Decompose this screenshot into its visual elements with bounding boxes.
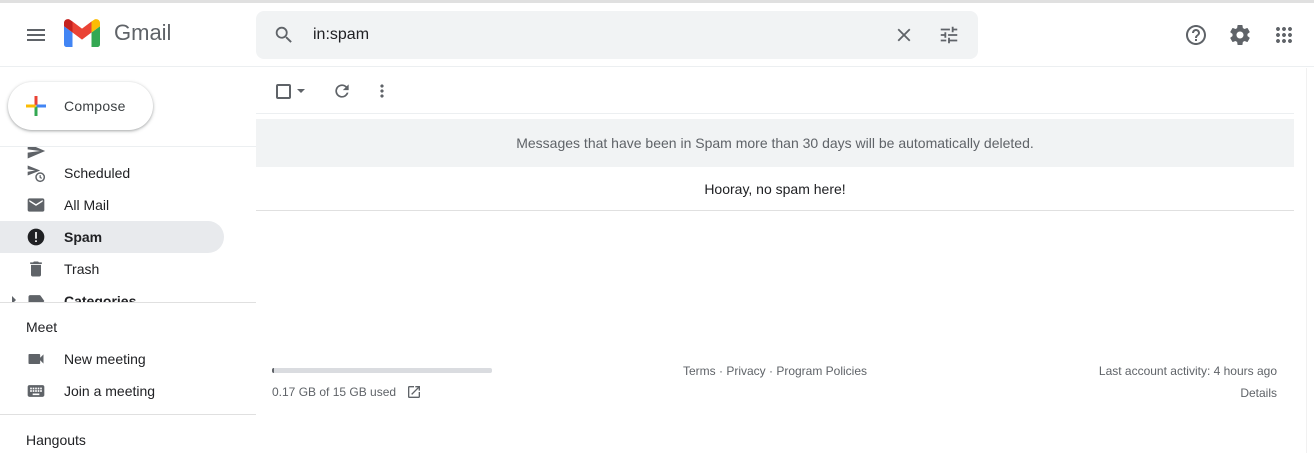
sidebar-item-label: Scheduled bbox=[64, 165, 131, 181]
help-button[interactable] bbox=[1176, 15, 1216, 55]
close-icon bbox=[897, 28, 911, 42]
new-meeting-item[interactable]: New meeting bbox=[0, 343, 256, 375]
menu-icon bbox=[27, 29, 45, 41]
last-activity-text: Last account activity: 4 hours ago bbox=[1098, 364, 1277, 378]
trash-icon bbox=[26, 259, 46, 279]
sidebar-nav: Scheduled All Mail Spam Trash Categories bbox=[0, 146, 256, 302]
sidebar-item-categories[interactable]: Categories bbox=[0, 285, 224, 302]
privacy-link[interactable]: Privacy bbox=[726, 364, 765, 378]
scheduled-icon bbox=[26, 163, 46, 183]
main-content: Messages that have been in Spam more tha… bbox=[256, 68, 1294, 453]
select-all-checkbox[interactable] bbox=[270, 75, 310, 107]
gmail-logo[interactable]: Gmail bbox=[64, 19, 171, 47]
sidebar-item-label: Categories bbox=[64, 293, 137, 302]
tune-icon bbox=[940, 26, 958, 44]
gmail-m-icon bbox=[64, 19, 100, 47]
refresh-icon bbox=[335, 84, 349, 98]
sidebar: Compose Scheduled All Mail Spam Trash Ca… bbox=[0, 68, 256, 453]
link-separator: · bbox=[715, 364, 727, 378]
settings-button[interactable] bbox=[1220, 15, 1260, 55]
hangouts-section: Hangouts bbox=[0, 414, 256, 453]
search-input[interactable]: in:spam bbox=[313, 26, 369, 44]
search-icon bbox=[275, 26, 292, 43]
label-icon bbox=[26, 291, 46, 302]
app-name: Gmail bbox=[114, 20, 172, 45]
scrollbar[interactable] bbox=[1306, 68, 1314, 453]
storage-bar[interactable] bbox=[272, 368, 492, 373]
compose-plus-icon bbox=[26, 96, 46, 116]
more-options-button[interactable] bbox=[366, 75, 398, 107]
sidebar-item-label: Trash bbox=[64, 261, 100, 277]
storage-usage-text: 0.17 GB of 15 GB used bbox=[272, 385, 397, 399]
join-meeting-item[interactable]: Join a meeting bbox=[0, 375, 256, 407]
all-mail-icon bbox=[26, 195, 46, 215]
compose-button[interactable]: Compose bbox=[8, 82, 153, 130]
sidebar-item-label: Spam bbox=[64, 229, 103, 245]
new-meeting-label: New meeting bbox=[64, 351, 146, 367]
keyboard-icon bbox=[26, 381, 46, 401]
spam-icon bbox=[26, 227, 46, 247]
storage-usage: 0.17 GB of 15 GB used bbox=[272, 384, 422, 400]
sidebar-item-trash[interactable]: Trash bbox=[0, 253, 224, 285]
gear-icon bbox=[1230, 24, 1250, 45]
spam-notice: Messages that have been in Spam more tha… bbox=[256, 119, 1294, 167]
terms-link[interactable]: Terms bbox=[683, 364, 716, 378]
refresh-button[interactable] bbox=[326, 75, 358, 107]
footer: 0.17 GB of 15 GB used Terms · Privacy · … bbox=[256, 358, 1294, 408]
search-bar[interactable]: in:spam bbox=[256, 11, 978, 59]
chevron-down-icon[interactable] bbox=[296, 89, 305, 93]
meet-section: Meet New meeting Join a meeting bbox=[0, 302, 256, 414]
sidebar-item-all-mail[interactable]: All Mail bbox=[0, 189, 224, 221]
apps-button[interactable] bbox=[1264, 15, 1304, 55]
meet-title: Meet bbox=[26, 319, 58, 335]
header: Gmail in:spam bbox=[0, 3, 1314, 67]
sidebar-item-label: All Mail bbox=[64, 197, 110, 213]
clear-search-button[interactable] bbox=[888, 19, 920, 51]
menu-button[interactable] bbox=[16, 15, 56, 55]
footer-links: Terms · Privacy · Program Policies bbox=[656, 364, 894, 378]
sidebar-item-spam[interactable]: Spam bbox=[0, 221, 224, 253]
program-policies-link[interactable]: Program Policies bbox=[776, 364, 867, 378]
hangouts-title: Hangouts bbox=[26, 432, 86, 448]
compose-label: Compose bbox=[64, 98, 126, 114]
help-icon bbox=[1186, 25, 1206, 45]
open-in-new-icon[interactable] bbox=[406, 384, 422, 400]
search-button[interactable] bbox=[268, 19, 300, 51]
video-camera-icon bbox=[26, 349, 46, 369]
sidebar-item-scheduled[interactable]: Scheduled bbox=[0, 157, 224, 189]
more-vert-icon bbox=[380, 84, 384, 98]
toolbar bbox=[256, 68, 1294, 114]
join-meeting-label: Join a meeting bbox=[64, 383, 156, 399]
link-separator: · bbox=[765, 364, 777, 378]
search-options-button[interactable] bbox=[933, 19, 965, 51]
checkbox-icon bbox=[275, 83, 291, 99]
account-activity: Last account activity: 4 hours ago Detai… bbox=[1099, 364, 1277, 400]
storage-bar-fill bbox=[272, 368, 275, 373]
empty-state-message: Hooray, no spam here! bbox=[256, 167, 1294, 211]
details-link[interactable]: Details bbox=[1099, 386, 1277, 400]
apps-grid-icon bbox=[1276, 27, 1292, 43]
